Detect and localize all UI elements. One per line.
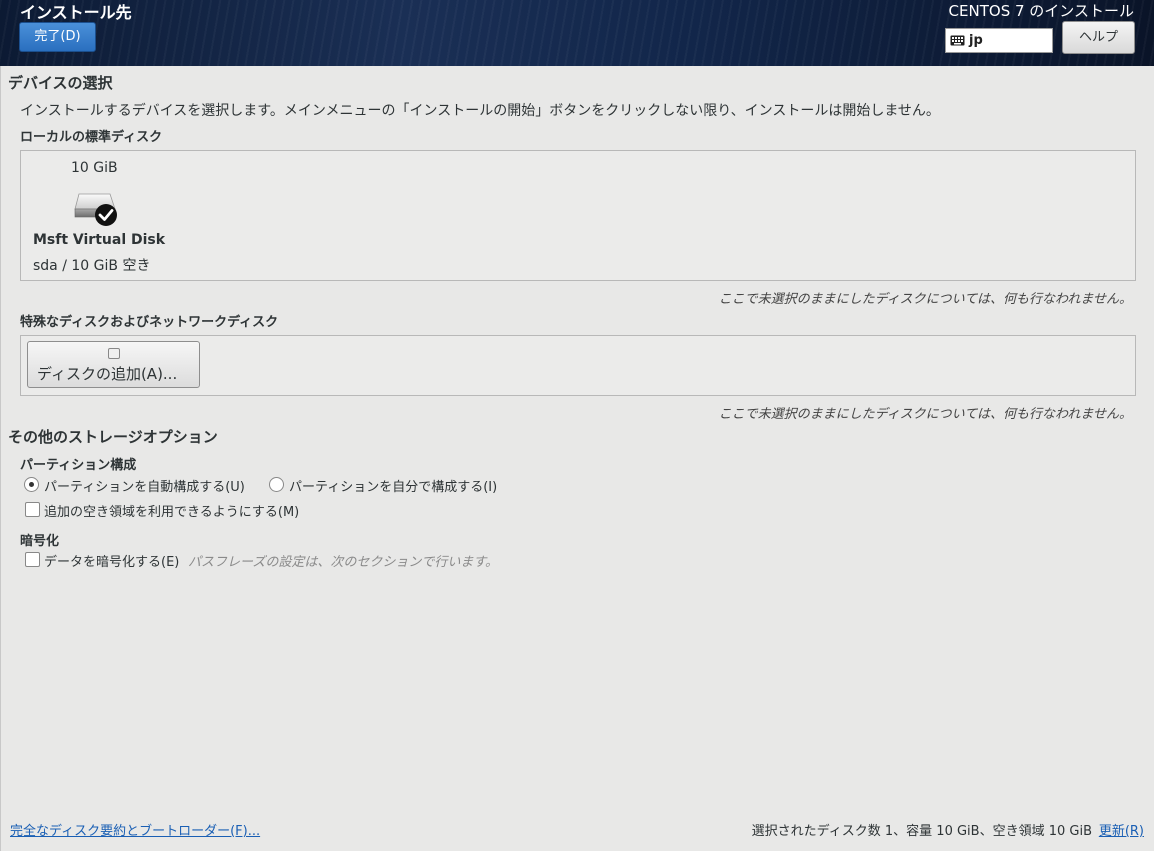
main-content: デバイスの選択 インストールするデバイスを選択します。メインメニューの「インスト…	[0, 66, 1154, 851]
storage-options-heading: その他のストレージオプション	[8, 428, 218, 446]
local-disks-note: ここで未選択のままにしたディスクについては、何も行なわれません。	[718, 292, 1132, 307]
checkbox[interactable]	[25, 502, 40, 517]
full-disk-summary-link[interactable]: 完全なディスク要約とブートローダー(F)...	[10, 820, 260, 839]
extra-space-label[interactable]: 追加の空き領域を利用できるようにする(M)	[44, 501, 299, 520]
device-selection-heading: デバイスの選択	[8, 74, 113, 92]
disk-selection-summary: 選択されたディスク数 1、容量 10 GiB、空き領域 10 GiB	[751, 824, 1092, 839]
page-title: インストール先	[20, 3, 132, 22]
special-disks-heading: 特殊なディスクおよびネットワークディスク	[20, 315, 279, 330]
keyboard-layout-label: jp	[969, 33, 983, 48]
keyboard-layout-indicator[interactable]: jp	[945, 28, 1053, 53]
help-button[interactable]: ヘルプ	[1062, 21, 1135, 54]
encryption-heading: 暗号化	[20, 534, 60, 549]
disk-add-icon	[108, 348, 120, 359]
done-button[interactable]: 完了(D)	[19, 22, 96, 52]
partition-heading: パーティション構成	[20, 458, 137, 473]
auto-partition-label[interactable]: パーティションを自動構成する(U)	[44, 476, 245, 495]
local-disks-panel: 10 GiB Msft Virtual Disk sda / 10 GiB 空き	[20, 150, 1136, 281]
manual-partition-label[interactable]: パーティションを自分で構成する(I)	[289, 476, 497, 495]
encrypt-data-label[interactable]: データを暗号化する(E)	[44, 551, 179, 570]
hard-disk-selected-icon	[74, 193, 117, 226]
encrypt-hint: パスフレーズの設定は、次のセクションで行います。	[188, 555, 499, 570]
local-disks-heading: ローカルの標準ディスク	[20, 130, 163, 145]
radio-button-checked[interactable]	[24, 477, 39, 492]
checkbox[interactable]	[25, 552, 40, 567]
disk-detail: sda / 10 GiB 空き	[33, 255, 150, 275]
disk-size: 10 GiB	[71, 160, 118, 176]
special-disks-note: ここで未選択のままにしたディスクについては、何も行なわれません。	[718, 407, 1132, 422]
product-title: CENTOS 7 のインストール	[948, 2, 1134, 20]
radio-button[interactable]	[269, 477, 284, 492]
keyboard-icon	[950, 35, 965, 46]
refresh-link[interactable]: 更新(R)	[1099, 820, 1144, 839]
add-disk-button-label: ディスクの追加(A)...	[37, 365, 178, 383]
disk-free-space: 10 GiB 空き	[71, 258, 151, 274]
special-disks-panel: ディスクの追加(A)...	[20, 335, 1136, 396]
disk-name: Msft Virtual Disk	[33, 232, 166, 248]
device-selection-description: インストールするデバイスを選択します。メインメニューの「インストールの開始」ボタ…	[20, 103, 940, 119]
disk-device: sda	[33, 258, 58, 274]
header-bar: インストール先 完了(D) CENTOS 7 のインストール jp ヘルプ	[0, 0, 1154, 66]
disk-detail-separator: /	[62, 258, 67, 274]
add-disk-button[interactable]: ディスクの追加(A)...	[27, 341, 200, 388]
disk-item[interactable]: 10 GiB Msft Virtual Disk sda / 10 GiB 空き	[21, 151, 191, 280]
